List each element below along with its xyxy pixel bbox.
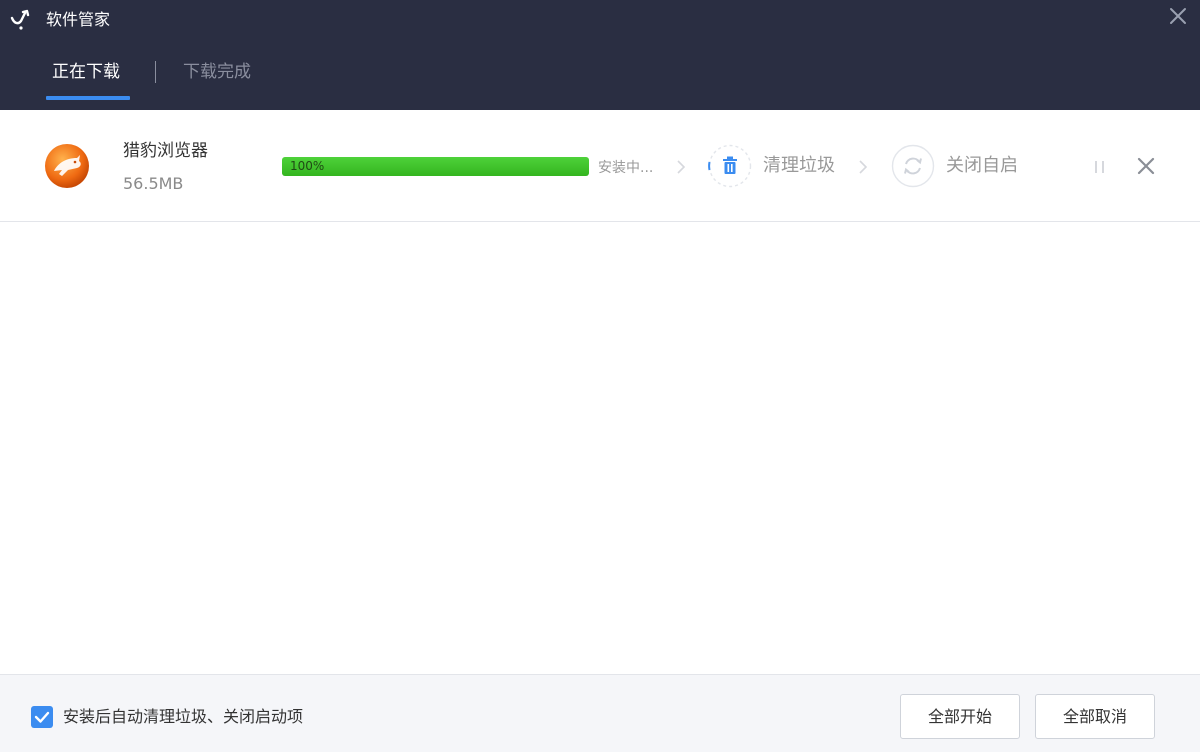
chevron-right-icon bbox=[677, 160, 686, 174]
footer: 安装后自动清理垃圾、关闭启动项 全部开始 全部取消 bbox=[0, 674, 1200, 752]
header: 软件管家 正在下载 下载完成 bbox=[0, 0, 1200, 110]
trash-icon bbox=[708, 144, 752, 188]
cheetah-browser-icon bbox=[45, 144, 89, 188]
checkmark-icon bbox=[34, 711, 50, 723]
pause-icon[interactable] bbox=[1090, 156, 1110, 178]
active-tab-indicator bbox=[46, 96, 130, 100]
progress-bar: 100% bbox=[282, 157, 589, 176]
progress-fill bbox=[282, 157, 589, 176]
progress-label: 100% bbox=[290, 159, 325, 173]
start-all-button[interactable]: 全部开始 bbox=[900, 694, 1020, 739]
refresh-icon bbox=[891, 144, 935, 188]
app-size: 56.5MB bbox=[123, 174, 184, 193]
close-icon[interactable] bbox=[1166, 4, 1190, 28]
tick-logo-icon bbox=[10, 9, 30, 30]
auto-clean-checkbox[interactable] bbox=[31, 706, 53, 728]
step-clean-junk-label: 清理垃圾 bbox=[763, 155, 835, 176]
install-status: 安装中... bbox=[598, 160, 654, 176]
download-row: 猎豹浏览器 56.5MB 100% 安装中... 清理垃圾 关闭自启 bbox=[0, 110, 1200, 222]
tab-completed[interactable]: 下载完成 bbox=[183, 60, 251, 84]
app-name: 猎豹浏览器 bbox=[123, 141, 208, 161]
step-disable-autostart-label: 关闭自启 bbox=[946, 155, 1018, 176]
tab-downloading[interactable]: 正在下载 bbox=[52, 60, 120, 84]
auto-clean-label: 安装后自动清理垃圾、关闭启动项 bbox=[63, 707, 304, 726]
cancel-all-button[interactable]: 全部取消 bbox=[1035, 694, 1155, 739]
tab-divider bbox=[155, 61, 156, 83]
title-bar: 软件管家 bbox=[0, 0, 1200, 40]
window-title: 软件管家 bbox=[46, 10, 111, 29]
chevron-right-icon bbox=[859, 160, 868, 174]
tab-bar: 正在下载 下载完成 bbox=[0, 52, 1200, 110]
close-icon[interactable] bbox=[1134, 154, 1158, 178]
